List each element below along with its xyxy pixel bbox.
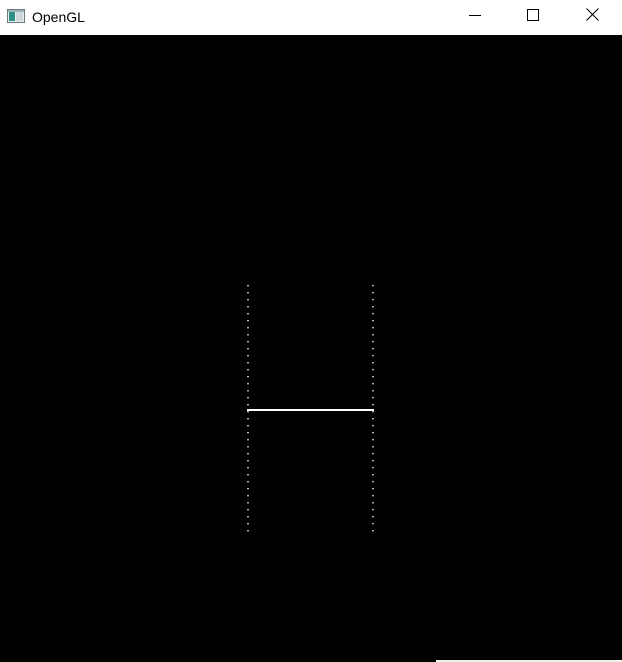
title-bar[interactable]: OpenGL — [0, 0, 622, 35]
opengl-window: OpenGL — [0, 0, 622, 662]
close-icon — [585, 7, 599, 26]
maximize-button[interactable] — [504, 0, 562, 33]
close-button[interactable] — [563, 0, 621, 33]
maximize-icon — [527, 8, 539, 26]
opengl-window-icon — [7, 9, 25, 23]
window-title: OpenGL — [32, 9, 85, 25]
minimize-icon — [469, 8, 481, 26]
rendered-scene — [247, 285, 374, 536]
minimize-button[interactable] — [446, 0, 504, 33]
opengl-canvas[interactable] — [0, 35, 622, 660]
